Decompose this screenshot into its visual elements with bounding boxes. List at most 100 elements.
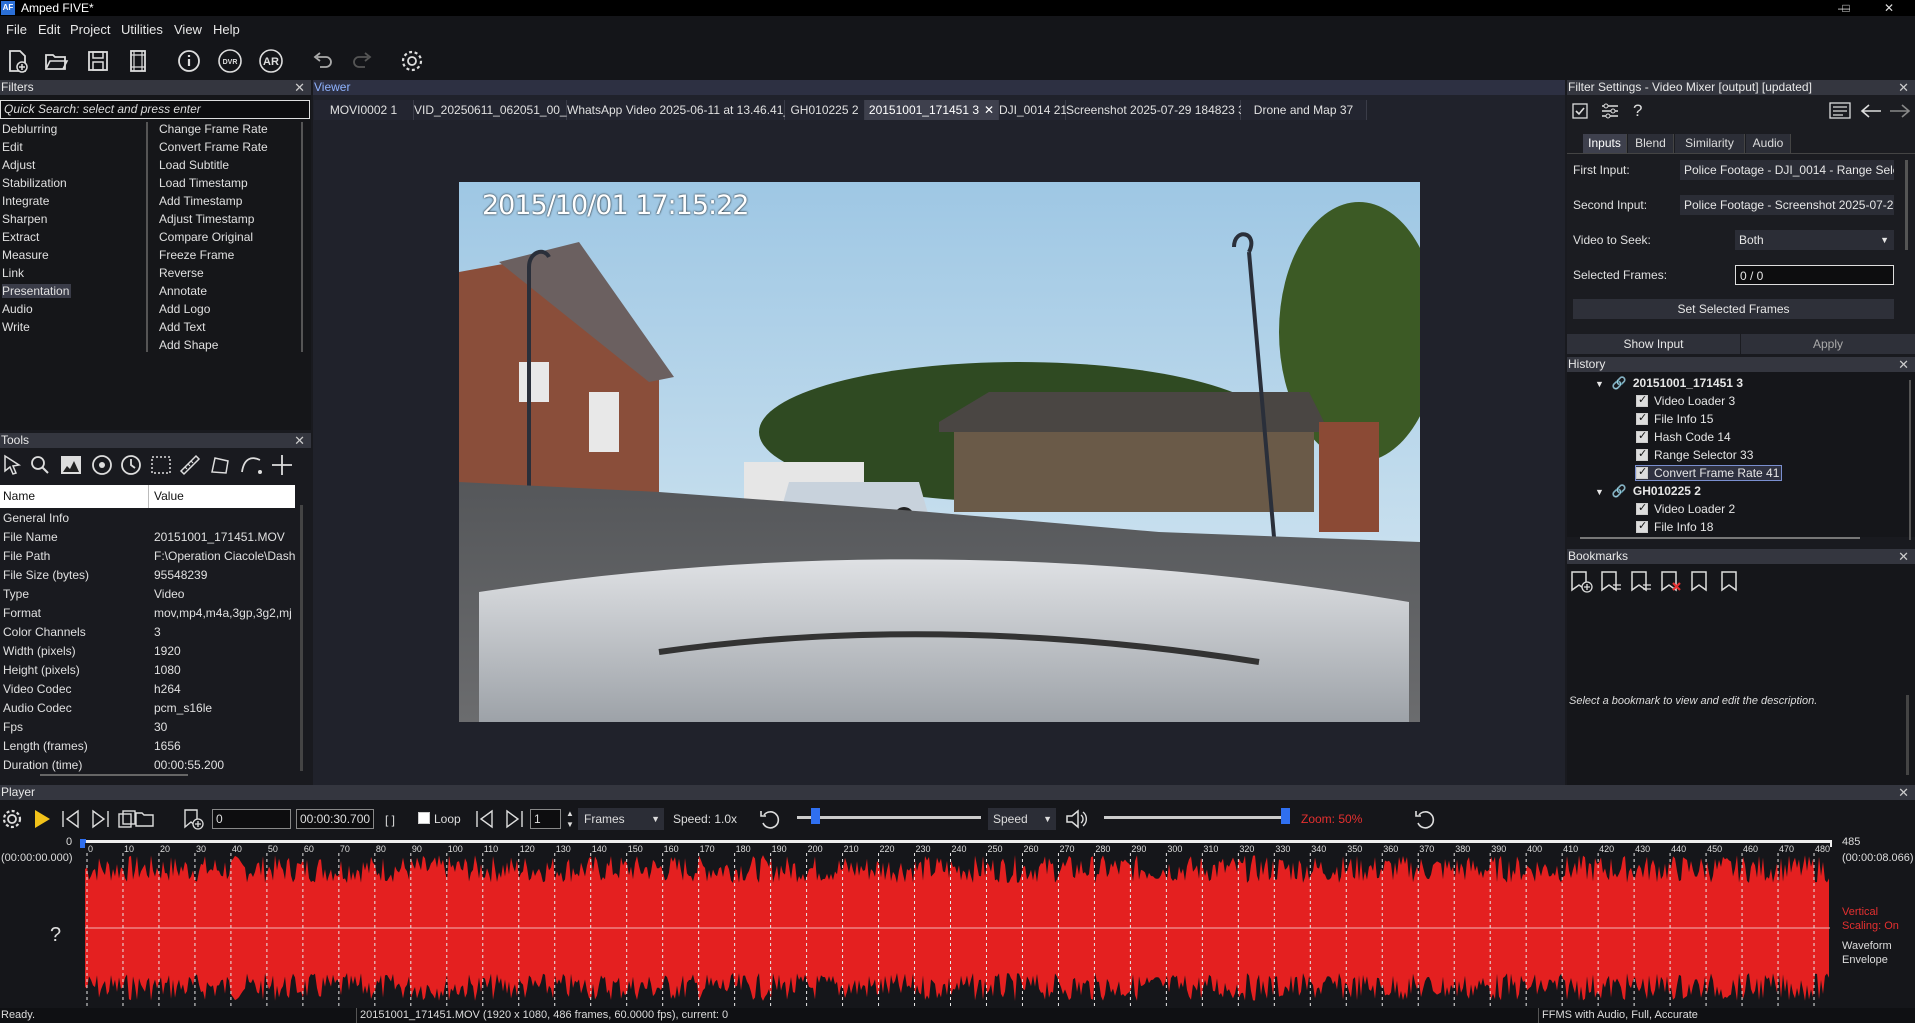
add-bookmark-frame-icon[interactable] [181,808,205,830]
pointer-icon[interactable] [0,452,26,478]
histogram-icon[interactable] [58,452,84,478]
unit-select[interactable]: Frames ▼ [578,808,664,830]
property-row[interactable]: General Info [0,509,295,528]
viewer-tab[interactable]: GH010225 2 [785,100,865,120]
filter-item[interactable]: Annotate [159,284,207,298]
filter-item[interactable]: Add Text [159,320,205,334]
viewer-tab[interactable]: Screenshot 2025-07-29 184823 35 [1066,100,1251,120]
set-selected-frames-button[interactable]: Set Selected Frames [1573,299,1894,319]
close-player-icon[interactable]: ✕ [1898,785,1909,800]
go-to-end-icon[interactable] [89,808,111,830]
history-item[interactable]: File Info 18 [1636,519,1713,534]
property-row[interactable]: Height (pixels) 1080 [0,661,295,680]
zoom-icon[interactable] [27,452,53,478]
quick-search-input[interactable]: Quick Search: select and press enter [0,100,310,119]
history-checkbox[interactable] [1636,465,1648,479]
chevron-down-icon[interactable]: ▼ [1595,379,1604,389]
close-tools-icon[interactable]: ✕ [294,433,305,448]
property-row[interactable]: Type Video [0,585,295,604]
filter-list-icon[interactable] [1829,102,1853,120]
first-input-dropdown[interactable]: Police Footage - DJI_0014 - Range Select [1680,160,1894,180]
filter-category-item[interactable]: Write [2,320,30,334]
viewer-tab[interactable]: Drone and Map 37 [1241,100,1367,120]
filter-category-item[interactable]: Presentation [2,284,71,298]
clock-icon[interactable] [118,452,144,478]
speed-slider-track[interactable] [797,816,981,819]
previous-filter-icon[interactable] [1859,103,1883,119]
range-brackets[interactable]: [ ] [385,813,395,827]
filter-item[interactable]: Compare Original [159,230,253,244]
column-divider[interactable] [148,485,149,508]
category-scrollbar[interactable] [146,122,148,352]
filter-category-item[interactable]: Sharpen [2,212,47,226]
bookmark-list-icon[interactable] [1628,569,1654,595]
history-hscrollbar[interactable] [1580,537,1860,539]
adjust-sliders-icon[interactable] [1600,102,1620,120]
vertical-scaling-toggle[interactable]: Vertical Scaling: On [1842,905,1902,933]
play-icon[interactable] [31,808,53,830]
open-folder-icon[interactable] [134,808,156,830]
close-window-button[interactable]: ✕ [1874,0,1904,16]
filter-item[interactable]: Load Subtitle [159,158,229,172]
history-group[interactable]: ▼ 🔗 20151001_171451 3 [1595,376,1743,390]
menu-utilities[interactable]: Utilities [121,22,163,37]
new-project-icon[interactable] [4,48,30,74]
filter-item[interactable]: Add Shape [159,338,218,352]
speed-mode-select[interactable]: Speed ▼ [988,808,1056,830]
property-row[interactable]: Color Channels 3 [0,623,295,642]
filter-item[interactable]: Reverse [159,266,204,280]
rect-select-icon[interactable] [148,452,174,478]
viewer-tab[interactable]: WhatsApp Video 2025-06-11 at 13.46.41_bc… [567,100,849,120]
menu-file[interactable]: File [6,22,27,37]
property-row[interactable]: Video Codec h264 [0,680,295,699]
show-input-button[interactable]: Show Input [1567,334,1740,354]
filter-category-item[interactable]: Measure [2,248,49,262]
properties-hscrollbar[interactable] [40,774,188,776]
volume-slider-track[interactable] [1104,816,1289,819]
filter-item[interactable]: Add Timestamp [159,194,242,208]
delete-bookmark-icon[interactable] [1658,569,1684,595]
help-icon[interactable]: ? [1633,101,1642,121]
video-frame[interactable] [459,182,1420,722]
property-row[interactable]: File Name 20151001_171451.MOV [0,528,295,547]
history-checkbox[interactable] [1636,393,1648,407]
property-row[interactable]: Width (pixels) 1920 [0,642,295,661]
filter-category-item[interactable]: Stabilization [2,176,67,190]
color-picker-icon[interactable] [89,452,115,478]
curve-icon[interactable] [238,452,264,478]
filter-item[interactable]: Adjust Timestamp [159,212,254,226]
tab-similarity[interactable]: Similarity [1675,134,1745,153]
waveform-help-icon[interactable]: ? [50,924,61,947]
selected-frames-input[interactable]: 0 / 0 [1735,265,1894,285]
film-icon[interactable] [125,48,151,74]
filter-category-item[interactable]: Adjust [2,158,35,172]
history-item[interactable]: Convert Frame Rate 41 [1634,465,1783,481]
history-checkbox[interactable] [1636,429,1648,443]
filter-category-item[interactable]: Extract [2,230,39,244]
property-row[interactable]: File Size (bytes) 95548239 [0,566,295,585]
bookmark-text-icon[interactable] [1598,569,1624,595]
reset-speed-icon[interactable] [758,807,782,831]
loop-checkbox[interactable] [418,812,430,824]
frame-number-input[interactable]: 0 [212,809,291,829]
maximize-button[interactable]: □ [1831,0,1861,16]
filter-category-item[interactable]: Link [2,266,24,280]
prev-bookmark-icon[interactable] [1688,569,1714,595]
polygon-icon[interactable] [207,452,233,478]
close-history-icon[interactable]: ✕ [1898,357,1909,372]
next-bookmark-icon[interactable] [1718,569,1744,595]
history-group[interactable]: ▼ 🔗 GH010225 2 [1595,484,1701,498]
filter-item[interactable]: Change Frame Rate [159,122,268,136]
next-frame-icon[interactable] [503,808,525,830]
history-checkbox[interactable] [1636,447,1648,461]
volume-icon[interactable] [1064,807,1090,831]
viewer-tab[interactable]: MOVI0002 1 [314,100,414,120]
filter-category-item[interactable]: Audio [2,302,33,316]
video-to-seek-select[interactable]: Both ▼ [1735,230,1894,250]
info-icon[interactable] [176,48,202,74]
crosshair-icon[interactable] [269,452,295,478]
undo-icon[interactable] [309,48,335,74]
history-item[interactable]: File Info 15 [1636,411,1713,426]
save-icon[interactable] [85,48,111,74]
checkbox-toggle-icon[interactable] [1572,103,1588,119]
